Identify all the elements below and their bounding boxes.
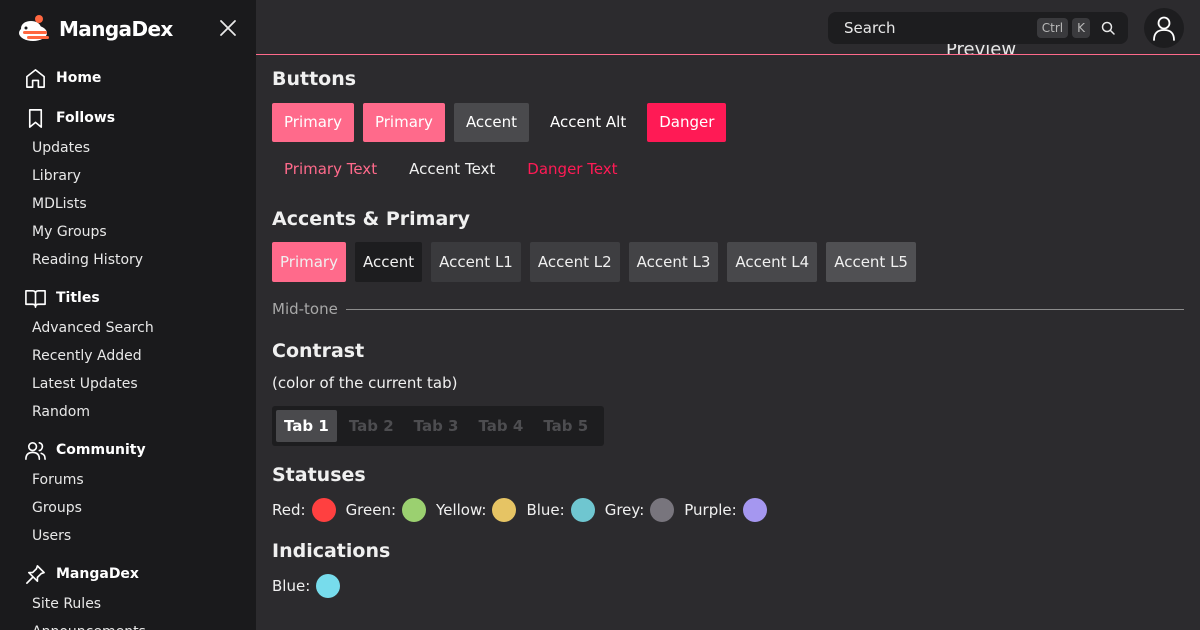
sidebar-nav: Home Follows Updates Library MDLists My …: [0, 62, 256, 630]
sidebar-item-my-groups[interactable]: My Groups: [0, 218, 256, 246]
tab-5[interactable]: Tab 5: [535, 410, 596, 442]
status-label-green: Green:: [345, 501, 397, 519]
tab-3[interactable]: Tab 3: [406, 410, 467, 442]
section-title-statuses: Statuses: [272, 464, 366, 486]
sidebar-item-site-rules[interactable]: Site Rules: [0, 590, 256, 618]
status-dot-grey: [650, 498, 675, 522]
primary-text-button[interactable]: Primary Text: [272, 150, 389, 189]
mangadex-logo-icon: [19, 15, 49, 41]
pin-icon: [26, 564, 45, 584]
danger-text-button[interactable]: Danger Text: [515, 150, 629, 189]
section-title-contrast: Contrast: [272, 340, 365, 362]
sidebar-item-mdlists[interactable]: MDLists: [0, 190, 256, 218]
tab-4[interactable]: Tab 4: [470, 410, 531, 442]
sidebar-item-titles[interactable]: Titles: [0, 282, 256, 314]
danger-button[interactable]: Danger: [647, 103, 727, 142]
sidebar-item-library[interactable]: Library: [0, 162, 256, 190]
divider-line: [345, 308, 1184, 310]
book-open-icon: [25, 289, 46, 308]
bookmark-icon: [28, 108, 43, 128]
sidebar-item-updates[interactable]: Updates: [0, 134, 256, 162]
users-icon: [25, 441, 46, 460]
contrast-subtitle: (color of the current tab): [272, 374, 458, 392]
status-label-purple: Purple:: [684, 501, 737, 519]
status-label-grey: Grey:: [604, 501, 645, 519]
sidebar-item-label: Follows: [56, 110, 116, 126]
section-title-accents: Accents & Primary: [272, 208, 471, 230]
search-input[interactable]: Search: [844, 19, 1037, 37]
sidebar-item-home[interactable]: Home: [0, 62, 256, 94]
section-title-buttons: Buttons: [272, 68, 357, 90]
swatch-primary: Primary: [272, 242, 346, 282]
swatch-accent-l2: Accent L2: [529, 242, 620, 282]
tab-2[interactable]: Tab 2: [341, 410, 402, 442]
text-buttons-row: Primary Text Accent Text Danger Text: [272, 150, 638, 189]
brand[interactable]: MangaDex: [17, 12, 173, 46]
close-icon[interactable]: [218, 18, 238, 38]
brand-name: MangaDex: [59, 17, 173, 41]
status-dot-yellow: [492, 498, 517, 522]
sidebar-item-announcements[interactable]: Announcements: [0, 618, 256, 630]
avatar[interactable]: [1144, 8, 1184, 48]
kbd-ctrl: Ctrl: [1036, 18, 1069, 38]
indications-row: Blue:: [272, 574, 350, 598]
swatch-accent-l3: Accent L3: [628, 242, 719, 282]
swatches-row: Primary Accent Accent L1 Accent L2 Accen…: [272, 242, 925, 282]
sidebar-item-label: Titles: [56, 290, 100, 306]
accent-alt-button[interactable]: Accent Alt: [538, 103, 638, 142]
sidebar-item-community[interactable]: Community: [0, 434, 256, 466]
swatch-accent: Accent: [354, 242, 423, 282]
sidebar-item-groups[interactable]: Groups: [0, 494, 256, 522]
status-dot-blue: [570, 498, 595, 522]
swatch-accent-l5: Accent L5: [826, 242, 916, 282]
tab-1[interactable]: Tab 1: [276, 410, 337, 442]
sidebar-item-label: Community: [56, 442, 146, 458]
status-label-red: Red:: [272, 501, 306, 519]
primary-button-2[interactable]: Primary: [362, 103, 445, 142]
swatch-accent-l1: Accent L1: [431, 242, 521, 282]
status-dot-purple: [742, 498, 767, 522]
sidebar-item-reading-history[interactable]: Reading History: [0, 246, 256, 274]
indication-label-blue: Blue:: [272, 577, 311, 595]
primary-button[interactable]: Primary: [272, 103, 354, 142]
sidebar-item-label: MangaDex: [56, 566, 139, 582]
buttons-row: Primary Primary Accent Accent Alt Danger: [272, 103, 735, 142]
sidebar-item-latest-updates[interactable]: Latest Updates: [0, 370, 256, 398]
tab-bar: Tab 1 Tab 2 Tab 3 Tab 4 Tab 5: [272, 406, 605, 446]
user-icon: [1153, 16, 1175, 41]
status-label-yellow: Yellow:: [436, 501, 487, 519]
statuses-row: Red: Green: Yellow: Blue: Grey: Purple:: [272, 498, 777, 522]
top-header: Preview Search Ctrl K: [256, 0, 1200, 55]
sidebar-item-users[interactable]: Users: [0, 522, 256, 550]
sidebar-item-random[interactable]: Random: [0, 398, 256, 426]
search-bar[interactable]: Search Ctrl K: [828, 12, 1128, 44]
swatch-accent-l4: Accent L4: [727, 242, 818, 282]
section-title-indications: Indications: [272, 540, 391, 562]
sidebar-item-forums[interactable]: Forums: [0, 466, 256, 494]
sidebar-item-advanced-search[interactable]: Advanced Search: [0, 314, 256, 342]
indication-dot-blue: [316, 574, 341, 598]
home-icon: [26, 68, 45, 88]
status-dot-green: [402, 498, 427, 522]
midtone-divider: Mid-tone: [272, 300, 1184, 318]
sidebar-item-mangadex[interactable]: MangaDex: [0, 558, 256, 590]
sidebar: MangaDex Home Follows Updates Library MD…: [0, 0, 256, 630]
accent-text-button[interactable]: Accent Text: [397, 150, 507, 189]
accent-button[interactable]: Accent: [453, 103, 530, 142]
sidebar-item-label: Home: [56, 70, 102, 86]
status-dot-red: [311, 498, 336, 522]
midtone-label: Mid-tone: [272, 300, 338, 318]
search-icon[interactable]: [1100, 20, 1116, 36]
status-label-blue: Blue:: [526, 501, 565, 519]
kbd-k: K: [1072, 18, 1090, 38]
sidebar-item-recently-added[interactable]: Recently Added: [0, 342, 256, 370]
sidebar-item-follows[interactable]: Follows: [0, 102, 256, 134]
